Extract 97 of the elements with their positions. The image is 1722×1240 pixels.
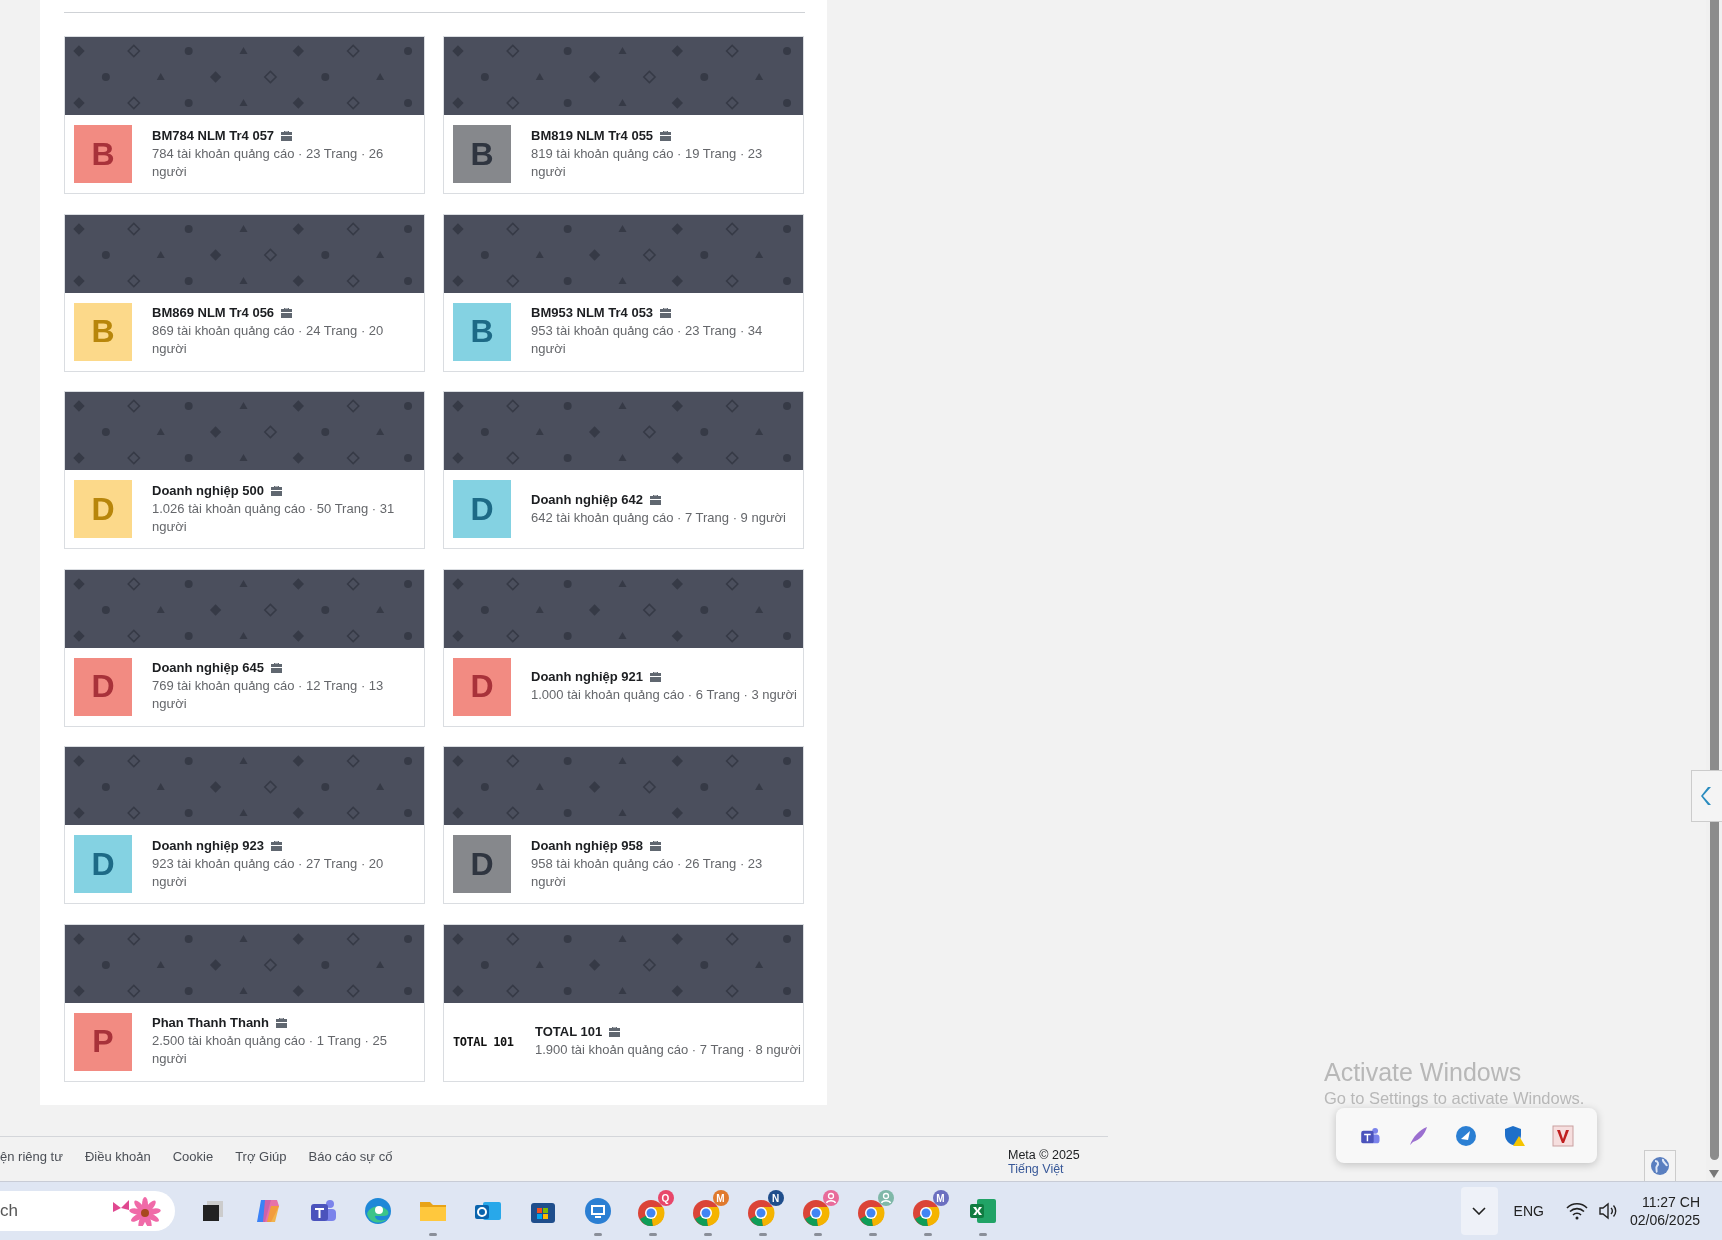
copyright-text: Meta © 2025 — [1008, 1148, 1080, 1162]
search-field[interactable]: ch — [0, 1191, 175, 1231]
taskbar-app-button[interactable]: M — [900, 1184, 955, 1238]
card-title[interactable]: Doanh nghiệp 923 — [152, 837, 264, 853]
business-card[interactable]: D Doanh nghiệp 645 769 tài khoản quảng cáo · 12 Trang · 13 người — [64, 568, 425, 727]
edge-icon[interactable] — [362, 1196, 393, 1226]
avatar: D — [453, 480, 511, 538]
briefcase-icon — [269, 839, 283, 851]
avatar: P — [74, 1012, 132, 1071]
avatar: D — [453, 835, 511, 893]
globe-icon — [1650, 1156, 1670, 1176]
date-text: 02/06/2025 — [1629, 1211, 1700, 1229]
card-stats: 769 tài khoản quảng cáo · 12 Trang · 13 người — [152, 677, 385, 713]
card-title[interactable]: BM819 NLM Tr4 055 — [531, 127, 654, 143]
business-card[interactable]: B BM819 NLM Tr4 055 819 tài khoản quảng cáo · 19 Trang · 23 người — [443, 36, 804, 194]
chevron-down-icon — [1472, 1207, 1487, 1215]
briefcase-icon — [275, 1017, 288, 1028]
business-card[interactable]: P Phan Thanh Thanh 2.500 tài khoản quảng cáo · 1 Trang · 25 người — [64, 923, 425, 1082]
card-title[interactable]: Doanh nghiệp 921 — [531, 669, 643, 684]
feather-icon[interactable] — [1407, 1124, 1430, 1147]
footer-link[interactable]: ện riêng tư — [0, 1149, 63, 1164]
activation-subtitle: Go to Settings to activate Windows. — [1324, 1089, 1585, 1108]
business-card[interactable]: D Doanh nghiệp 958 958 tài khoản quảng cáo · 26 Trang · 23 người — [443, 746, 804, 904]
briefcase-icon — [659, 129, 673, 141]
card-stats: 953 tài khoản quảng cáo · 23 Trang · 34 người — [531, 322, 764, 358]
briefcase-icon — [608, 1026, 622, 1037]
profile-badge: N — [767, 1190, 784, 1206]
card-title[interactable]: Phan Thanh Thanh — [152, 1015, 269, 1030]
briefcase-icon — [280, 129, 294, 141]
briefcase-icon — [648, 493, 662, 505]
excel-icon[interactable] — [967, 1196, 998, 1226]
briefcase-icon — [648, 671, 662, 682]
card-stats: 642 tài khoản quảng cáo · 7 Trang · 9 người — [531, 508, 787, 527]
card-title[interactable]: Doanh nghiệp 645 — [152, 660, 264, 675]
card-title[interactable]: Doanh nghiệp 500 — [152, 482, 264, 498]
scroll-down-icon[interactable] — [1709, 1170, 1719, 1178]
briefcase-icon — [280, 307, 294, 318]
briefcase-icon — [659, 307, 673, 318]
business-card[interactable]: D Doanh nghiệp 921 1.000 tài khoản quảng cáo · 6 Trang · 3 người — [443, 568, 804, 727]
business-card[interactable]: B BM869 NLM Tr4 056 869 tài khoản quảng cáo · 24 Trang · 20 người — [64, 213, 425, 372]
taskbar-app-button[interactable]: Q — [625, 1184, 680, 1238]
profile-badge: Q — [657, 1190, 674, 1206]
business-card[interactable]: D Doanh nghiệp 642 642 tài khoản quảng cáo · 7 Trang · 9 người — [443, 391, 804, 549]
card-title[interactable]: Doanh nghiệp 642 — [531, 491, 643, 507]
volume-icon[interactable] — [1597, 1202, 1618, 1220]
clock[interactable]: 11:27 CH 02/06/2025 — [1629, 1193, 1700, 1229]
globe-button[interactable] — [1644, 1150, 1676, 1182]
briefcase-icon — [269, 662, 283, 673]
avatar: B — [74, 302, 132, 361]
card-stats: 1.900 tài khoản quảng cáo · 7 Trang · 8 người — [535, 1041, 802, 1059]
business-card[interactable]: D Doanh nghiệp 923 923 tài khoản quảng cáo · 27 Trang · 20 người — [64, 746, 425, 904]
side-tab[interactable] — [1691, 770, 1722, 822]
avatar: B — [74, 125, 132, 183]
business-card[interactable]: B BM953 NLM Tr4 053 953 tài khoản quảng cáo · 23 Trang · 34 người — [443, 213, 804, 372]
card-stats: 869 tài khoản quảng cáo · 24 Trang · 20 người — [152, 322, 385, 358]
taskbar-app-button[interactable]: N — [735, 1184, 790, 1238]
card-title[interactable]: BM953 NLM Tr4 053 — [531, 305, 654, 320]
card-stats: 1.000 tài khoản quảng cáo · 6 Trang · 3 người — [531, 686, 798, 704]
avatar: D — [74, 835, 132, 893]
card-title[interactable]: Doanh nghiệp 958 — [531, 837, 643, 853]
avatar: D — [74, 480, 132, 538]
footer-link[interactable]: Trợ Giúp — [235, 1149, 287, 1164]
search-placeholder: ch — [0, 1201, 18, 1221]
card-stats: 784 tài khoản quảng cáo · 23 Trang · 26 người — [152, 144, 385, 181]
avatar: D — [74, 657, 132, 716]
avatar: B — [453, 302, 511, 361]
v-app-icon[interactable] — [1551, 1124, 1574, 1147]
profile-badge: M — [932, 1190, 949, 1206]
activation-title: Activate Windows — [1324, 1058, 1523, 1087]
footer-link[interactable]: Cookie — [172, 1149, 214, 1164]
card-stats: 819 tài khoản quảng cáo · 19 Trang · 23 người — [531, 144, 764, 181]
card-title[interactable]: BM784 NLM Tr4 057 — [152, 127, 275, 143]
profile-badge: M — [712, 1190, 729, 1206]
card-stats: 2.500 tài khoản quảng cáo · 1 Trang · 25 người — [152, 1032, 388, 1068]
shield-warning-icon[interactable] — [1503, 1124, 1526, 1147]
wifi-icon[interactable] — [1565, 1202, 1588, 1220]
avatar: D — [453, 657, 511, 716]
briefcase-icon — [648, 839, 662, 851]
footer-link[interactable]: Báo cáo sự cố — [308, 1149, 393, 1164]
card-stats: 958 tài khoản quảng cáo · 26 Trang · 23 người — [531, 854, 764, 891]
logo-text: TOTAL 101 — [453, 1034, 515, 1049]
chevron-left-icon — [1701, 786, 1713, 806]
card-stats: 923 tài khoản quảng cáo · 27 Trang · 20 người — [152, 854, 385, 891]
business-card[interactable]: D Doanh nghiệp 500 1.026 tài khoản quảng cáo · 50 Trang · 31 người — [64, 391, 425, 549]
remote-desktop-icon[interactable] — [1455, 1124, 1478, 1147]
card-stats: 1.026 tài khoản quảng cáo · 50 Trang · 31 người — [152, 499, 396, 536]
card-title[interactable]: TOTAL 101 — [535, 1024, 603, 1039]
avatar: B — [453, 125, 511, 183]
business-card[interactable]: B BM784 NLM Tr4 057 784 tài khoản quảng cáo · 23 Trang · 26 người — [64, 36, 425, 194]
input-language[interactable]: ENG — [1513, 1203, 1544, 1219]
briefcase-icon — [269, 484, 283, 496]
footer-link[interactable]: Điều khoản — [84, 1149, 151, 1164]
business-card[interactable]: TOTAL 101 TOTAL 101 1.900 tài khoản quảng cáo · 7 Trang · 8 người — [443, 923, 804, 1082]
time-text: 11:27 CH — [1641, 1193, 1700, 1211]
remote-desktop-icon[interactable] — [582, 1196, 613, 1226]
card-title[interactable]: BM869 NLM Tr4 056 — [152, 305, 275, 320]
language-link[interactable]: Tiếng Việt — [1008, 1162, 1080, 1176]
